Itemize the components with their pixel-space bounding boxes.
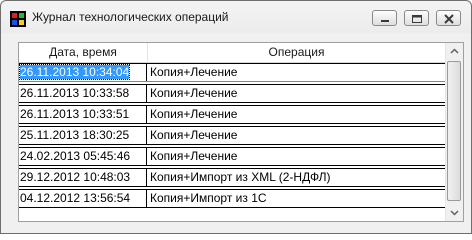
maximize-icon xyxy=(412,15,422,23)
row-operation: Копия+Лечение xyxy=(150,107,238,121)
minimize-icon xyxy=(381,20,389,22)
row-datetime: 26.11.2013 10:33:58 xyxy=(19,85,147,102)
vertical-scrollbar[interactable] xyxy=(445,43,463,221)
journal-window: Журнал технологических операций Дата, вр… xyxy=(0,0,472,234)
table-row[interactable]: 26.11.2013 10:33:58 Копия+Лечение xyxy=(19,84,445,103)
app-icon[interactable] xyxy=(10,11,26,27)
row-operation: Копия+Лечение xyxy=(150,149,238,163)
table-row[interactable]: 04.12.2012 13:56:54 Копия+Импорт из 1С xyxy=(19,189,445,208)
scroll-down-button[interactable] xyxy=(446,204,463,221)
row-datetime: 29.12.2012 10:48:03 xyxy=(19,169,147,186)
chevron-up-icon xyxy=(450,48,459,54)
row-operation: Копия+Импорт из XML (2-НДФЛ) xyxy=(150,170,331,184)
close-button[interactable] xyxy=(436,10,461,26)
close-icon xyxy=(444,14,454,24)
row-operation: Копия+Лечение xyxy=(150,86,238,100)
row-operation: Копия+Импорт из 1С xyxy=(150,191,267,205)
row-datetime: 24.02.2013 05:45:46 xyxy=(19,148,147,165)
table-row[interactable]: 29.12.2012 10:48:03 Копия+Импорт из XML … xyxy=(19,168,445,187)
window-title: Журнал технологических операций xyxy=(32,10,229,24)
scroll-thumb[interactable] xyxy=(447,61,461,201)
row-operation: Копия+Лечение xyxy=(150,65,238,79)
operations-list[interactable]: Дата, время Операция 26.11.2013 10:34:04… xyxy=(18,42,464,222)
table-row[interactable]: 25.11.2013 18:30:25 Копия+Лечение xyxy=(19,126,445,145)
title-bar[interactable]: Журнал технологических операций xyxy=(1,1,471,33)
chevron-down-icon xyxy=(450,210,459,216)
row-datetime: 25.11.2013 18:30:25 xyxy=(19,127,147,144)
client-area: Дата, время Операция 26.11.2013 10:34:04… xyxy=(6,34,467,228)
list-rows: 26.11.2013 10:34:04 Копия+Лечение 26.11.… xyxy=(19,63,445,210)
list-header: Дата, время Операция xyxy=(19,43,445,63)
table-row[interactable]: 26.11.2013 10:34:04 Копия+Лечение xyxy=(19,63,445,82)
table-row[interactable]: 26.11.2013 10:33:51 Копия+Лечение xyxy=(19,105,445,124)
table-row[interactable]: 24.02.2013 05:45:46 Копия+Лечение xyxy=(19,147,445,166)
row-operation: Копия+Лечение xyxy=(150,128,238,142)
minimize-button[interactable] xyxy=(372,10,397,26)
column-header-operation[interactable]: Операция xyxy=(148,43,445,62)
maximize-button[interactable] xyxy=(404,10,429,26)
row-datetime: 26.11.2013 10:33:51 xyxy=(19,106,147,123)
row-datetime: 04.12.2012 13:56:54 xyxy=(19,190,147,207)
scroll-up-button[interactable] xyxy=(446,43,463,60)
row-datetime: 26.11.2013 10:34:04 xyxy=(19,64,131,80)
column-header-datetime[interactable]: Дата, время xyxy=(19,43,148,62)
